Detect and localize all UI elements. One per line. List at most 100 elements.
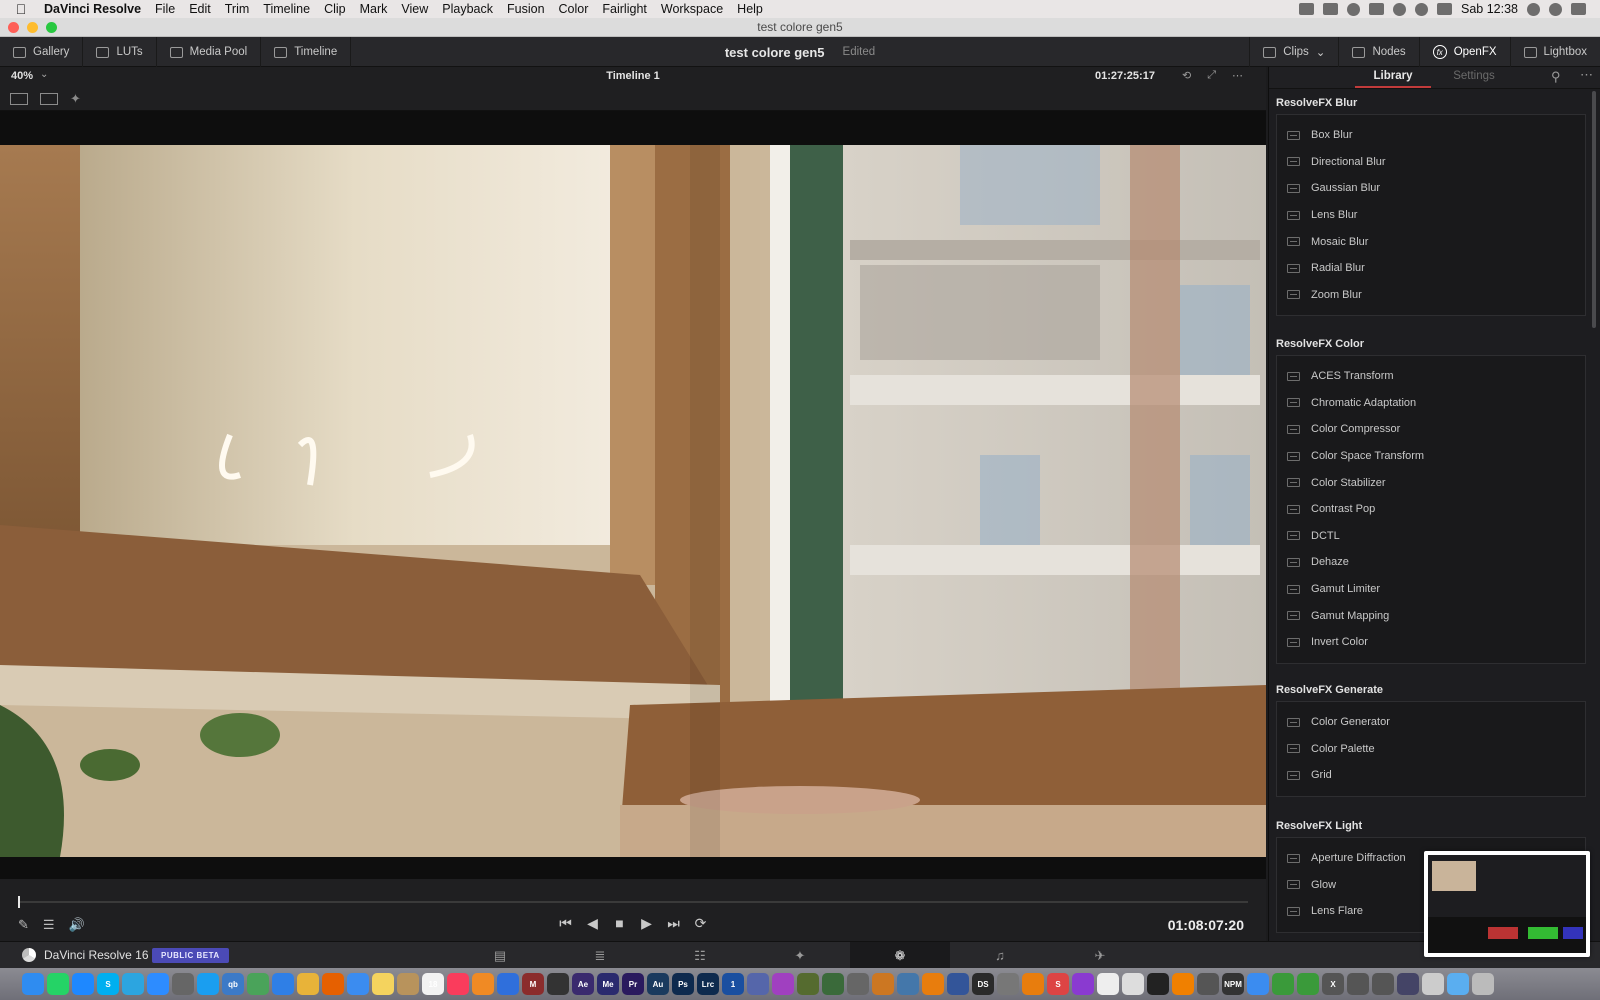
openfx-button[interactable]: fx OpenFX [1418, 37, 1510, 67]
skype-icon[interactable]: S [97, 973, 119, 995]
search-icon[interactable]: ⚲ [1551, 69, 1561, 85]
loop-icon[interactable]: ⟳ [694, 915, 708, 932]
scrubber-bar[interactable] [18, 901, 1248, 903]
deliver-page-icon[interactable]: ✈ [1050, 942, 1150, 969]
menu-workspace[interactable]: Workspace [654, 2, 730, 16]
s-app-icon[interactable]: S [1047, 973, 1069, 995]
terminal-icon[interactable] [1147, 973, 1169, 995]
contacts-icon[interactable] [397, 973, 419, 995]
playhead[interactable] [18, 896, 20, 908]
cut-page-icon[interactable]: ≣ [550, 942, 650, 969]
menu-playback[interactable]: Playback [435, 2, 500, 16]
fx-item[interactable]: Color Generator [1277, 709, 1585, 736]
fx-item[interactable]: Lens Blur [1277, 202, 1585, 229]
more-options-icon[interactable]: ⋯ [1232, 69, 1243, 82]
podcast-icon[interactable] [1072, 973, 1094, 995]
notes-icon[interactable] [372, 973, 394, 995]
fx-item[interactable]: Invert Color [1277, 629, 1585, 656]
fullscreen-icon[interactable]: ⤢ [1207, 69, 1216, 82]
preview-icon[interactable] [1422, 973, 1444, 995]
after-effects-icon[interactable]: Ae [572, 973, 594, 995]
menu-file[interactable]: File [148, 2, 182, 16]
menu-fairlight[interactable]: Fairlight [595, 2, 653, 16]
zoom-icon[interactable] [147, 973, 169, 995]
activity-icon[interactable] [1369, 3, 1384, 15]
qbittorrent-icon[interactable]: qb [222, 973, 244, 995]
fx-item[interactable]: Dehaze [1277, 549, 1585, 576]
accessibility-icon[interactable] [1393, 2, 1406, 16]
clips-button[interactable]: Clips ⌄ [1249, 37, 1338, 67]
fx-category-title[interactable]: ResolveFX Generate [1276, 684, 1383, 696]
fairlight-page-icon[interactable]: ♫ [950, 942, 1050, 969]
fx-item[interactable]: ACES Transform [1277, 363, 1585, 390]
fusion-page-icon[interactable]: ✦ [750, 942, 850, 969]
color-page-icon[interactable]: ❁ [850, 942, 950, 969]
fx-category-title[interactable]: ResolveFX Color [1276, 338, 1364, 350]
fx-item[interactable]: Color Compressor [1277, 416, 1585, 443]
fx-category-title[interactable]: ResolveFX Blur [1276, 97, 1357, 109]
bypass-icon[interactable]: ⟲ [1182, 69, 1191, 82]
fx-item[interactable]: Chromatic Adaptation [1277, 390, 1585, 417]
go-to-start-icon[interactable]: ⏮ [559, 915, 573, 932]
m-app-icon[interactable]: M [522, 973, 544, 995]
photos-icon[interactable] [1372, 973, 1394, 995]
blender-3-icon[interactable] [1022, 973, 1044, 995]
music-icon[interactable] [447, 973, 469, 995]
timeline-selector[interactable]: Timeline 1 [0, 70, 1266, 82]
whatsapp-icon[interactable] [47, 973, 69, 995]
spotlight-search-icon[interactable] [1527, 2, 1540, 16]
reverse-play-icon[interactable]: ◀ [586, 915, 600, 932]
menu-timeline[interactable]: Timeline [256, 2, 317, 16]
telegram-icon[interactable] [122, 973, 144, 995]
resolve-icon[interactable] [547, 973, 569, 995]
lightroom-icon[interactable]: Lrc [697, 973, 719, 995]
menu-edit[interactable]: Edit [182, 2, 218, 16]
bluetooth-icon[interactable] [1415, 2, 1428, 16]
daz-studio-icon[interactable]: DS [972, 973, 994, 995]
media-pool-button[interactable]: Media Pool [157, 37, 262, 67]
compass-icon[interactable] [272, 973, 294, 995]
fx-category-title[interactable]: ResolveFX Light [1276, 820, 1362, 832]
fx-item[interactable]: Gamut Limiter [1277, 576, 1585, 603]
premiere-icon[interactable]: Pr [622, 973, 644, 995]
books-icon[interactable] [472, 973, 494, 995]
blender-icon[interactable] [797, 973, 819, 995]
panel-scrollbar[interactable] [1592, 91, 1596, 328]
mountain-icon[interactable] [822, 973, 844, 995]
browser-icon[interactable] [497, 973, 519, 995]
fx-item[interactable]: Mosaic Blur [1277, 228, 1585, 255]
messenger-icon[interactable] [72, 973, 94, 995]
gallery-button[interactable]: Gallery [0, 37, 84, 67]
audition-icon[interactable]: Au [647, 973, 669, 995]
finder-icon[interactable] [22, 973, 44, 995]
trash-icon[interactable] [1472, 973, 1494, 995]
disk-icon[interactable] [1397, 973, 1419, 995]
lightbox-button[interactable]: Lightbox [1509, 37, 1600, 67]
fx-item[interactable]: Color Stabilizer [1277, 469, 1585, 496]
calculator-icon[interactable] [172, 973, 194, 995]
firefox-icon[interactable] [322, 973, 344, 995]
magic-wand-icon[interactable]: ✦ [70, 91, 81, 107]
fx-item[interactable]: Contrast Pop [1277, 496, 1585, 523]
luts-button[interactable]: LUTs [83, 37, 157, 67]
downloads-icon[interactable] [1447, 973, 1469, 995]
menu-help[interactable]: Help [730, 2, 770, 16]
paper-icon[interactable] [1122, 973, 1144, 995]
menu-app-name[interactable]: DaVinci Resolve [34, 2, 148, 16]
npm-icon[interactable]: NPM [1222, 973, 1244, 995]
menu-color[interactable]: Color [552, 2, 596, 16]
1password-icon[interactable]: 1 [722, 973, 744, 995]
mail-icon[interactable] [347, 973, 369, 995]
calendar-icon[interactable]: 18 [422, 973, 444, 995]
app-store-icon[interactable] [1272, 973, 1294, 995]
chrome-icon[interactable] [297, 973, 319, 995]
nodes-button[interactable]: Nodes [1338, 37, 1418, 67]
notification-center-icon[interactable] [1571, 3, 1586, 15]
split-view-icon[interactable] [40, 92, 58, 105]
fx-item[interactable]: Radial Blur [1277, 255, 1585, 282]
tab-settings[interactable]: Settings [1439, 70, 1509, 82]
x-app-icon[interactable]: X [1322, 973, 1344, 995]
clock-icon[interactable] [1347, 973, 1369, 995]
blender-2-icon[interactable] [922, 973, 944, 995]
sphere-icon[interactable] [947, 973, 969, 995]
